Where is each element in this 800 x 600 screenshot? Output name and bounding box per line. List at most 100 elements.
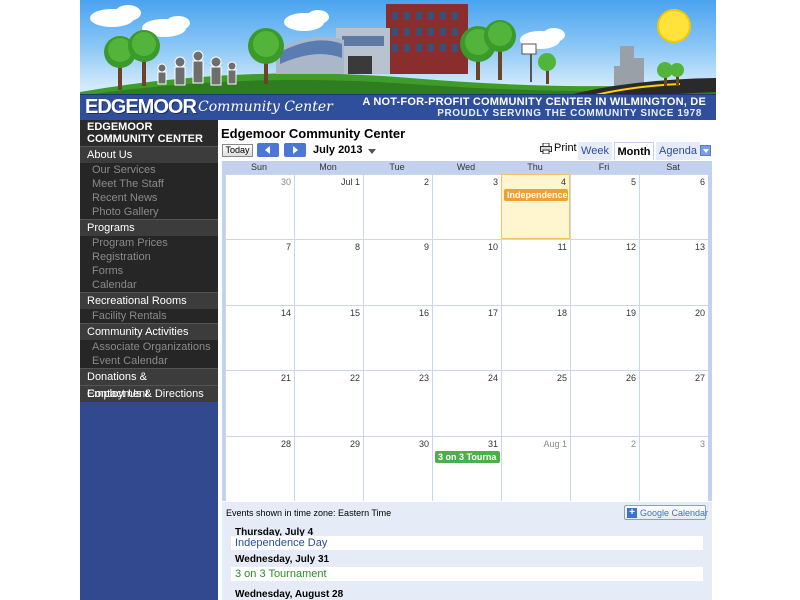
day-cell[interactable]: 31 3 on 3 Tourna bbox=[432, 435, 501, 501]
month-dropdown-icon[interactable] bbox=[368, 149, 376, 154]
agenda-event[interactable]: Independence Day bbox=[231, 536, 703, 550]
nav-subitem[interactable]: Calendar bbox=[80, 278, 218, 292]
day-cell[interactable]: 30 bbox=[363, 435, 432, 501]
day-cell[interactable]: Jul 1 bbox=[294, 174, 363, 240]
day-number[interactable]: 2 bbox=[631, 439, 636, 449]
day-cell[interactable]: 29 bbox=[294, 435, 363, 501]
day-cell[interactable]: 22 bbox=[294, 370, 363, 436]
day-cell[interactable]: 17 bbox=[432, 304, 501, 371]
day-number[interactable]: 8 bbox=[355, 242, 360, 252]
day-cell[interactable]: 18 bbox=[501, 304, 570, 371]
view-dropdown-icon[interactable] bbox=[700, 145, 711, 156]
day-number[interactable]: 25 bbox=[557, 373, 567, 383]
day-cell[interactable]: 10 bbox=[432, 239, 501, 305]
day-cell[interactable]: 11 bbox=[501, 239, 570, 305]
nav-subitem[interactable]: Event Calendar bbox=[80, 354, 218, 368]
day-cell[interactable]: 3 bbox=[432, 174, 501, 240]
day-number[interactable]: 30 bbox=[419, 439, 429, 449]
day-number[interactable]: 6 bbox=[700, 177, 705, 187]
today-button[interactable]: Today bbox=[222, 144, 253, 157]
nav-section[interactable]: Recreational Rooms bbox=[80, 292, 218, 309]
day-number[interactable]: 12 bbox=[626, 242, 636, 252]
day-cell[interactable]: 2 bbox=[570, 435, 639, 501]
nav-subitem[interactable]: Forms bbox=[80, 264, 218, 278]
day-number[interactable]: 21 bbox=[281, 373, 291, 383]
day-cell[interactable]: 9 bbox=[363, 239, 432, 305]
day-number[interactable]: 26 bbox=[626, 373, 636, 383]
day-number[interactable]: 27 bbox=[695, 373, 705, 383]
day-number[interactable]: 23 bbox=[419, 373, 429, 383]
nav-section[interactable]: Contact Us & Directions bbox=[80, 385, 218, 402]
day-number[interactable]: 28 bbox=[281, 439, 291, 449]
day-number[interactable]: 17 bbox=[488, 308, 498, 318]
day-number[interactable]: 19 bbox=[626, 308, 636, 318]
day-cell[interactable]: 7 bbox=[225, 239, 294, 305]
nav-section[interactable]: Community Activities bbox=[80, 323, 218, 340]
next-month-button[interactable] bbox=[284, 143, 306, 157]
day-cell[interactable]: 16 bbox=[363, 304, 432, 371]
sidebar-site-title[interactable]: EDGEMOOR COMMUNITY CENTER bbox=[80, 120, 218, 146]
day-number[interactable]: 11 bbox=[558, 242, 567, 252]
day-cell[interactable]: 13 bbox=[639, 239, 708, 305]
site-logo[interactable]: EDGEMOOR bbox=[85, 96, 197, 119]
day-number[interactable]: 7 bbox=[286, 242, 291, 252]
nav-subitem[interactable]: Recent News bbox=[80, 191, 218, 205]
nav-subitem[interactable]: Facility Rentals bbox=[80, 309, 218, 323]
tab-month[interactable]: Month bbox=[614, 142, 654, 160]
nav-subitem[interactable]: Associate Organizations bbox=[80, 340, 218, 354]
day-cell[interactable]: 3 bbox=[639, 435, 708, 501]
day-cell[interactable]: 30 bbox=[225, 174, 294, 240]
day-number[interactable]: 4 bbox=[561, 177, 566, 187]
day-number[interactable]: 20 bbox=[695, 308, 705, 318]
nav-subitem[interactable]: Our Services bbox=[80, 163, 218, 177]
calendar-event[interactable]: Independence bbox=[504, 189, 568, 201]
day-cell[interactable]: 14 bbox=[225, 304, 294, 371]
day-cell[interactable]: 25 bbox=[501, 370, 570, 436]
tab-agenda[interactable]: Agenda bbox=[656, 142, 700, 160]
nav-subitem[interactable]: Registration bbox=[80, 250, 218, 264]
day-number[interactable]: 18 bbox=[557, 308, 567, 318]
google-calendar-button[interactable]: + Google Calendar bbox=[624, 505, 708, 520]
day-number[interactable]: 3 bbox=[700, 439, 705, 449]
day-cell[interactable]: 5 bbox=[570, 174, 639, 240]
day-cell[interactable]: 27 bbox=[639, 370, 708, 436]
current-month-label[interactable]: July 2013 bbox=[313, 144, 363, 156]
day-cell[interactable]: 6 bbox=[639, 174, 708, 240]
day-cell[interactable]: 20 bbox=[639, 304, 708, 371]
calendar-event[interactable]: 3 on 3 Tourna bbox=[435, 450, 500, 463]
day-number[interactable]: 3 bbox=[493, 177, 498, 187]
day-number[interactable]: 31 bbox=[488, 439, 498, 449]
day-cell[interactable]: 26 bbox=[570, 370, 639, 436]
day-number[interactable]: 29 bbox=[350, 439, 360, 449]
day-number[interactable]: 16 bbox=[419, 308, 429, 318]
prev-month-button[interactable] bbox=[257, 143, 279, 157]
tab-week[interactable]: Week bbox=[578, 142, 612, 160]
day-cell[interactable]: 21 bbox=[225, 370, 294, 436]
day-cell[interactable]: 12 bbox=[570, 239, 639, 305]
day-cell[interactable]: Aug 1 bbox=[501, 435, 570, 501]
nav-section[interactable]: About Us bbox=[80, 146, 218, 163]
day-cell[interactable]: 24 bbox=[432, 370, 501, 436]
day-cell[interactable]: 28 bbox=[225, 435, 294, 501]
nav-subitem[interactable]: Meet The Staff bbox=[80, 177, 218, 191]
nav-subitem[interactable]: Program Prices bbox=[80, 236, 218, 250]
day-number[interactable]: 15 bbox=[350, 308, 360, 318]
day-cell[interactable]: 19 bbox=[570, 304, 639, 371]
print-button[interactable]: Print bbox=[540, 142, 577, 155]
agenda-event[interactable]: 3 on 3 Tournament bbox=[231, 567, 703, 581]
nav-subitem[interactable]: Photo Gallery bbox=[80, 205, 218, 219]
day-cell[interactable]: 23 bbox=[363, 370, 432, 436]
day-number[interactable]: Aug 1 bbox=[543, 439, 567, 449]
day-number[interactable]: 30 bbox=[281, 177, 291, 187]
day-cell-today[interactable]: 4 Independence bbox=[501, 174, 570, 240]
nav-section[interactable]: Programs bbox=[80, 219, 218, 236]
day-number[interactable]: 5 bbox=[631, 177, 636, 187]
day-number[interactable]: 2 bbox=[424, 177, 429, 187]
day-cell[interactable]: 2 bbox=[363, 174, 432, 240]
day-number[interactable]: 10 bbox=[488, 242, 498, 252]
nav-section[interactable]: Donations & Employment bbox=[80, 368, 218, 400]
day-number[interactable]: Jul 1 bbox=[341, 177, 360, 187]
day-cell[interactable]: 15 bbox=[294, 304, 363, 371]
day-number[interactable]: 14 bbox=[281, 308, 291, 318]
day-number[interactable]: 9 bbox=[424, 242, 429, 252]
